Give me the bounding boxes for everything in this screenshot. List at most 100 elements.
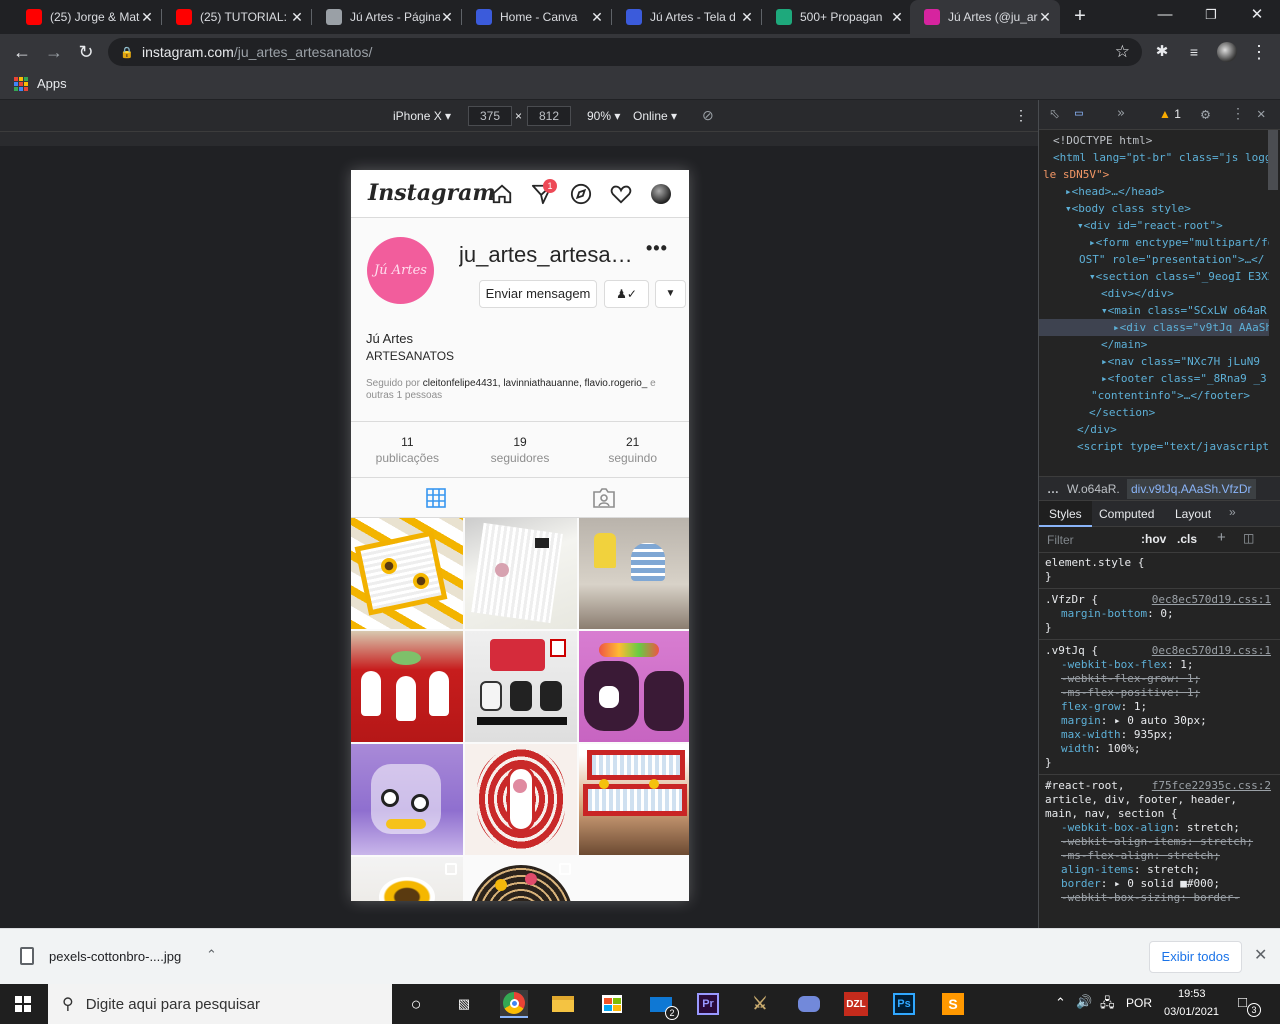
- followed-by[interactable]: Seguido por cleitonfelipe4431, lavinniat…: [366, 378, 666, 402]
- chrome-menu-icon[interactable]: ⋮: [1245, 38, 1273, 66]
- post-thumbnail[interactable]: [351, 857, 463, 901]
- more-tabs-icon[interactable]: »: [1117, 106, 1125, 121]
- dom-node-line[interactable]: ▾<div id="react-root">: [1039, 217, 1269, 234]
- dom-node-line[interactable]: <div></div>: [1039, 285, 1269, 302]
- close-tab-icon[interactable]: ✕: [140, 9, 154, 26]
- stat-followers[interactable]: 19 seguidores: [464, 422, 577, 477]
- dom-node-line[interactable]: ▸<div class="v9tJq AAaSh: [1039, 319, 1269, 336]
- post-thumbnail[interactable]: [351, 631, 463, 742]
- activity-heart-icon[interactable]: [610, 183, 632, 205]
- breadcrumb-item-selected[interactable]: div.v9tJq.AAaSh.VfzDr: [1127, 479, 1256, 499]
- dom-node-line[interactable]: </section>: [1039, 404, 1269, 421]
- discord-icon[interactable]: [795, 990, 823, 1018]
- warnings-counter[interactable]: ▲ 1: [1159, 107, 1181, 121]
- more-options-icon[interactable]: •••: [646, 238, 668, 259]
- settings-gear-icon[interactable]: ⚙: [1201, 105, 1210, 123]
- address-bar[interactable]: 🔒 instagram.com/ju_artes_artesanatos/ ☆: [108, 38, 1142, 66]
- close-tab-icon[interactable]: ✕: [1038, 9, 1052, 26]
- browser-tab[interactable]: (25) TUTORIAL: C ✕: [162, 0, 312, 34]
- clock-date[interactable]: 03/01/2021: [1164, 1006, 1219, 1018]
- back-button[interactable]: ←: [8, 38, 36, 66]
- user-avatar-icon[interactable]: [651, 184, 671, 204]
- bookmark-star-icon[interactable]: ☆: [1115, 42, 1130, 62]
- windows-start-icon[interactable]: [15, 996, 31, 1012]
- close-devtools-icon[interactable]: ✕: [1257, 106, 1265, 122]
- dom-node-line[interactable]: ▸<form enctype="multipart/fo: [1039, 234, 1269, 251]
- close-tab-icon[interactable]: ✕: [290, 9, 304, 26]
- dom-node-line[interactable]: ▾<main class="SCxLW o64aR: [1039, 302, 1269, 319]
- dom-node-line[interactable]: "contentinfo">…</footer>: [1039, 387, 1269, 404]
- network-select[interactable]: Online ▾: [633, 109, 677, 123]
- minimize-button[interactable]: —: [1150, 4, 1180, 26]
- dom-node-line[interactable]: le sDN5V">: [1039, 166, 1269, 183]
- tab-styles[interactable]: Styles: [1039, 501, 1092, 527]
- forward-button[interactable]: →: [40, 38, 68, 66]
- grid-posts-icon[interactable]: [426, 488, 446, 508]
- dom-node-line[interactable]: <script type="text/javascript: [1039, 438, 1269, 455]
- close-tab-icon[interactable]: ✕: [890, 9, 904, 26]
- tray-chevron-icon[interactable]: ⌃: [1055, 995, 1066, 1011]
- sublime-text-icon[interactable]: S: [942, 993, 964, 1015]
- instagram-logo[interactable]: Instagram: [368, 180, 496, 206]
- breadcrumb-item[interactable]: W.o64aR.: [1067, 482, 1120, 496]
- file-explorer-icon[interactable]: [549, 990, 577, 1018]
- cls-toggle[interactable]: .cls: [1177, 532, 1197, 546]
- show-all-downloads-button[interactable]: Exibir todos: [1149, 941, 1242, 973]
- close-window-button[interactable]: ✕: [1242, 4, 1272, 26]
- tab-layout[interactable]: Layout: [1175, 507, 1211, 521]
- browser-tab[interactable]: Jú Artes - Tela d ✕: [612, 0, 762, 34]
- hov-toggle[interactable]: :hov: [1141, 532, 1166, 546]
- post-thumbnail[interactable]: [579, 744, 689, 855]
- mail-icon[interactable]: 2: [647, 990, 679, 1020]
- dom-node-line[interactable]: ▾<body class style>: [1039, 200, 1269, 217]
- dom-node-line[interactable]: ▸<footer class="_8Rna9 _3: [1039, 370, 1269, 387]
- dom-node-line[interactable]: </main>: [1039, 336, 1269, 353]
- league-of-legends-icon[interactable]: ⚔: [746, 990, 774, 1018]
- close-tab-icon[interactable]: ✕: [440, 9, 454, 26]
- device-menu-icon[interactable]: ⋮: [1014, 107, 1028, 124]
- dom-node-line[interactable]: </div>: [1039, 421, 1269, 438]
- taskbar-search[interactable]: ⚲ Digite aqui para pesquisar: [48, 984, 392, 1024]
- dom-node-line[interactable]: OST" role="presentation">…</: [1039, 251, 1269, 268]
- dom-node-line[interactable]: ▾<section class="_9eogI E3X2: [1039, 268, 1269, 285]
- network-icon[interactable]: 🖧: [1100, 994, 1115, 1016]
- dom-node-line[interactable]: <html lang="pt-br" class="js logged-in c…: [1039, 149, 1269, 166]
- chrome-icon[interactable]: [500, 990, 528, 1018]
- send-message-button[interactable]: Enviar mensagem: [479, 280, 597, 308]
- close-tab-icon[interactable]: ✕: [740, 9, 754, 26]
- photoshop-icon[interactable]: Ps: [893, 993, 915, 1015]
- premiere-icon[interactable]: Pr: [697, 993, 719, 1015]
- post-thumbnail[interactable]: [351, 518, 463, 629]
- clock-time[interactable]: 19:53: [1178, 988, 1206, 1000]
- dom-node-line[interactable]: ▸<nav class="NXc7H jLuN9: [1039, 353, 1269, 370]
- rotate-icon[interactable]: ⊘: [702, 107, 714, 124]
- styles-filter-input[interactable]: Filter: [1047, 533, 1074, 547]
- post-thumbnail[interactable]: [465, 631, 577, 742]
- reload-button[interactable]: ↻: [72, 38, 100, 66]
- dom-scrollbar[interactable]: [1268, 130, 1278, 190]
- cortana-icon[interactable]: ○: [402, 990, 430, 1018]
- dom-node-line[interactable]: <!DOCTYPE html>: [1039, 132, 1269, 149]
- devtools-menu-icon[interactable]: ⋮: [1231, 106, 1245, 122]
- new-tab-button[interactable]: +: [1070, 6, 1090, 28]
- suggestions-dropdown-button[interactable]: ▼: [655, 280, 686, 308]
- zoom-select[interactable]: 90% ▾: [587, 109, 620, 123]
- explore-icon[interactable]: [570, 183, 592, 205]
- tagged-posts-icon[interactable]: [593, 488, 615, 508]
- css-source-link[interactable]: f75fce22935c.css:2: [1152, 779, 1271, 793]
- toggle-sidebar-icon[interactable]: ◫: [1243, 531, 1254, 545]
- extensions-icon[interactable]: ✱: [1148, 38, 1176, 66]
- css-source-link[interactable]: 0ec8ec570d19.css:1: [1152, 644, 1271, 658]
- profile-picture[interactable]: Jú Artes: [367, 237, 434, 304]
- more-panels-icon[interactable]: »: [1229, 505, 1236, 519]
- notification-center-icon[interactable]: □ 3: [1238, 994, 1261, 1017]
- device-height-input[interactable]: 812: [527, 106, 571, 126]
- new-rule-icon[interactable]: +: [1217, 529, 1226, 546]
- post-thumbnail[interactable]: [465, 744, 577, 855]
- browser-tab[interactable]: Jú Artes - Página ✕: [312, 0, 462, 34]
- post-thumbnail[interactable]: [465, 857, 577, 901]
- volume-icon[interactable]: 🔊: [1076, 994, 1092, 1010]
- device-toggle-icon[interactable]: ▭: [1075, 106, 1083, 121]
- store-icon[interactable]: [598, 990, 626, 1018]
- device-width-input[interactable]: 375: [468, 106, 512, 126]
